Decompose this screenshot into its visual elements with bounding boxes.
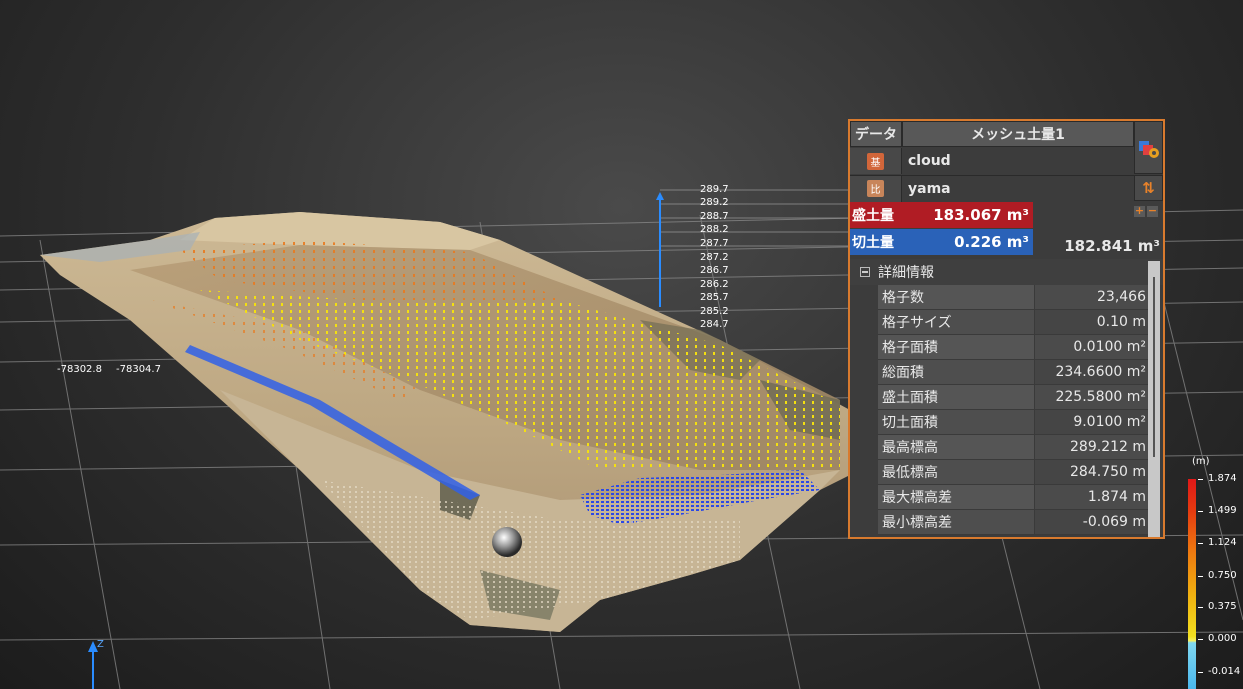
cut-value: 0.226 m³	[954, 233, 1029, 251]
legend-tick: 0.750	[1198, 570, 1237, 581]
fill-label: 盛土量	[852, 208, 894, 224]
ruler-label: 285.2	[700, 306, 729, 317]
compare-value[interactable]: yama	[902, 181, 951, 197]
data-label: データ	[850, 121, 902, 147]
details-collapse-icon[interactable]	[860, 267, 870, 277]
legend-tick: 0.375	[1198, 601, 1237, 612]
details-title: 詳細情報	[878, 265, 934, 281]
fill-value: 183.067 m³	[933, 206, 1029, 224]
net-volume: 182.841 m³	[1064, 237, 1160, 255]
compare-badge: 比	[867, 180, 884, 197]
elevation-ruler-lines	[660, 189, 860, 247]
details-scrollbar[interactable]	[1148, 261, 1160, 537]
ruler-label: 285.7	[700, 292, 729, 303]
detail-row: 最大標高差 1.874 m	[878, 485, 1154, 510]
scrollbar-thumb[interactable]	[1153, 277, 1155, 457]
terrain-point-cloud	[40, 212, 860, 632]
elevation-ruler	[656, 192, 664, 307]
mesh-settings-icon[interactable]	[1134, 121, 1163, 174]
ruler-label: 284.7	[700, 319, 729, 330]
collapse-minus-icon[interactable]: −	[1147, 205, 1158, 217]
base-value[interactable]: cloud	[902, 153, 951, 169]
coord-label-2: -78304.7	[116, 364, 161, 375]
cut-label: 切土量	[852, 235, 894, 251]
ruler-label: 286.2	[700, 279, 729, 290]
navigation-sphere[interactable]	[492, 527, 522, 557]
detail-row: 総面積 234.6600 m²	[878, 360, 1154, 385]
ruler-label: 289.2	[700, 197, 729, 208]
detail-row: 格子面積 0.0100 m²	[878, 335, 1154, 360]
swap-icon[interactable]: ⇅	[1134, 175, 1163, 201]
expand-plus-icon[interactable]: +	[1134, 205, 1145, 217]
detail-row: 最小標高差 -0.069 m	[878, 510, 1154, 535]
ruler-label: 288.7	[700, 211, 729, 222]
base-badge: 基	[867, 152, 884, 170]
ruler-label: 287.2	[700, 252, 729, 263]
detail-row: 格子サイズ 0.10 m	[878, 310, 1154, 335]
coord-label-1: -78302.8	[57, 364, 102, 375]
ruler-label: 287.7	[700, 238, 729, 249]
z-axis-label: Z	[97, 639, 104, 650]
legend-unit: (m)	[1192, 456, 1210, 467]
ruler-label: 289.7	[700, 184, 729, 195]
ruler-label: 288.2	[700, 224, 729, 235]
legend-tick: 1.124	[1198, 537, 1237, 548]
elevation-color-scale	[1188, 479, 1196, 689]
panel-title[interactable]: メッシュ土量1	[902, 121, 1134, 147]
detail-row: 格子数 23,466	[878, 285, 1154, 310]
legend-tick: 1.499	[1198, 505, 1237, 516]
detail-row: 切土面積 9.0100 m²	[878, 410, 1154, 435]
legend-tick: 0.000	[1198, 633, 1237, 644]
legend-tick: 1.874	[1198, 473, 1237, 484]
detail-row: 最高標高 289.212 m	[878, 435, 1154, 460]
details-list: 格子数 23,466 格子サイズ 0.10 m 格子面積 0.0100 m² 総面積 2…	[850, 261, 1163, 537]
legend-tick: -0.014	[1197, 666, 1241, 677]
ruler-label: 286.7	[700, 265, 729, 276]
detail-row: 盛土面積 225.5800 m²	[878, 385, 1154, 410]
detail-row: 最低標高 284.750 m	[878, 460, 1154, 485]
mesh-volume-panel[interactable]: データ メッシュ土量1 基 cloud 比 yama ⇅ 盛土量 183.067…	[848, 119, 1165, 539]
